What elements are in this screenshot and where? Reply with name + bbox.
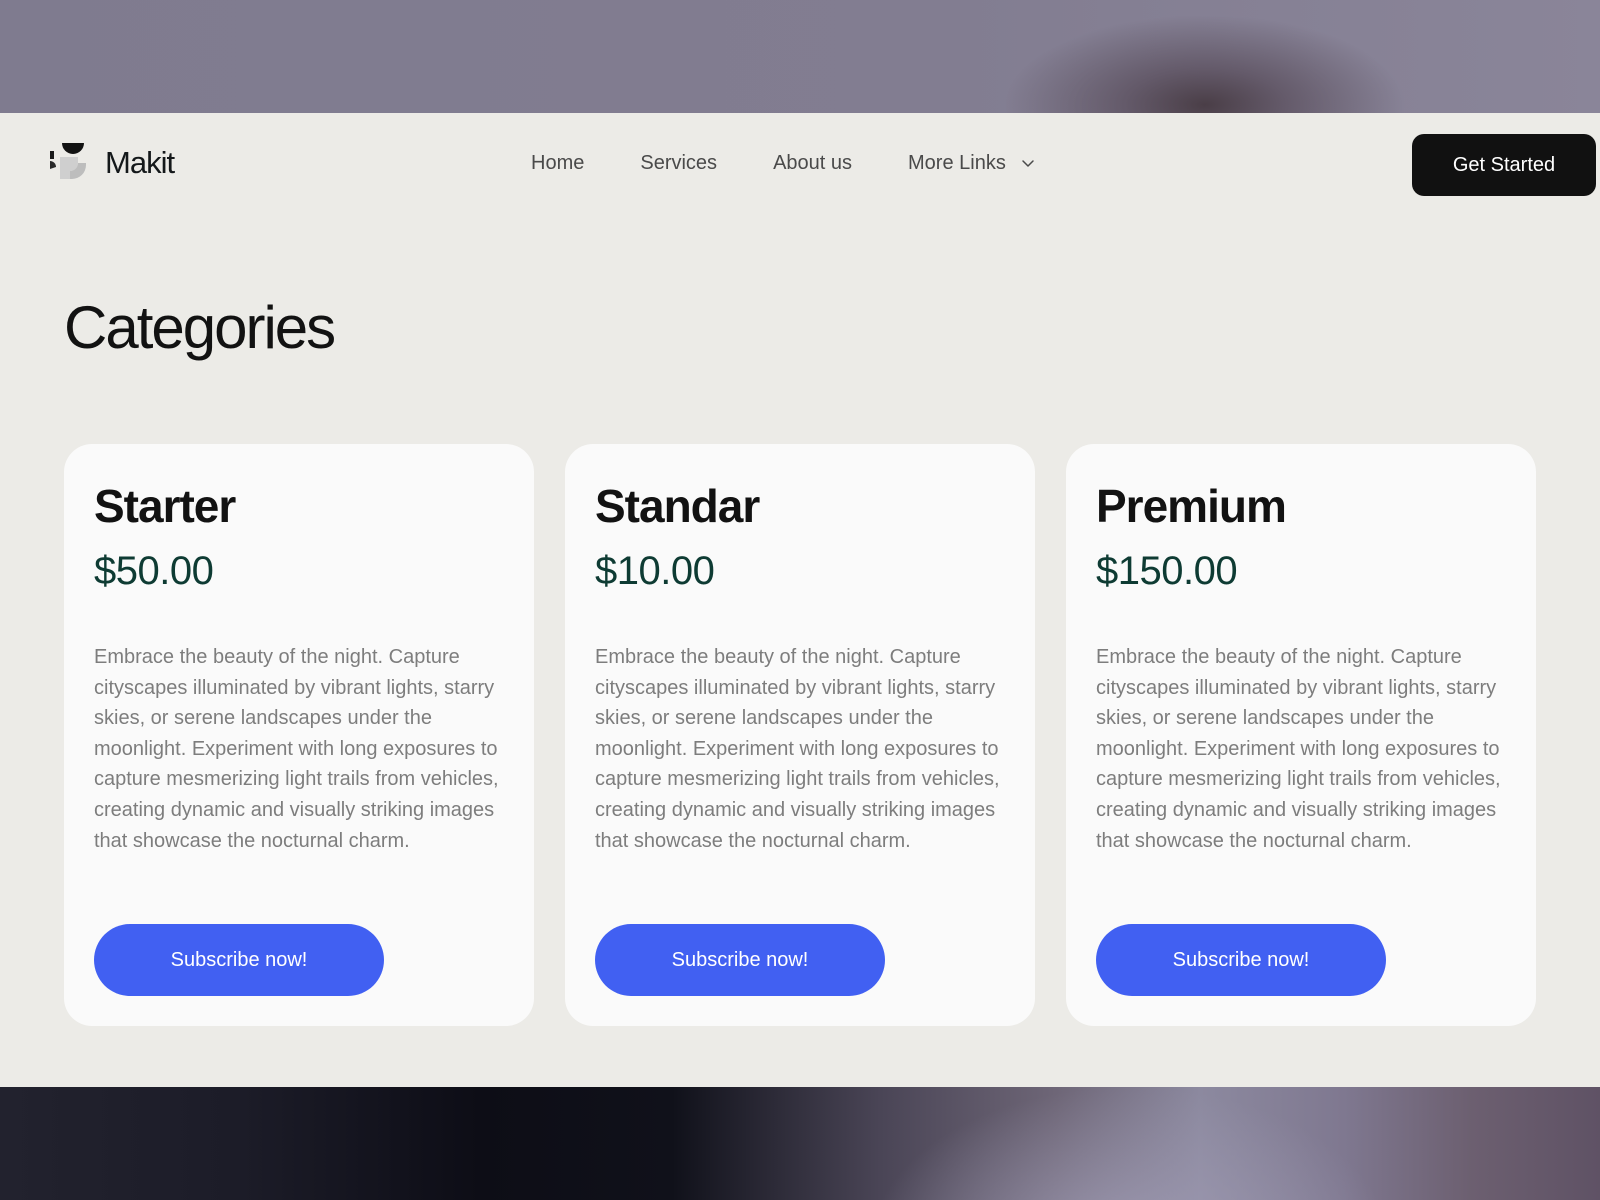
subscribe-button[interactable]: Subscribe now!: [1096, 924, 1386, 996]
plan-price: $150.00: [1096, 549, 1238, 593]
chevron-down-icon: [1022, 160, 1034, 167]
pricing-card-starter: Starter $50.00 Embrace the beauty of the…: [64, 444, 534, 1026]
nav-item-home[interactable]: Home: [531, 149, 584, 177]
pricing-cards: Starter $50.00 Embrace the beauty of the…: [64, 444, 1536, 1026]
background-photo-top: [0, 0, 1600, 113]
plan-description: Embrace the beauty of the night. Capture…: [595, 646, 1000, 852]
get-started-button[interactable]: Get Started: [1412, 134, 1596, 196]
brand-logo[interactable]: Makit: [50, 143, 175, 183]
plan-name: Standar: [595, 480, 760, 532]
plan-price: $50.00: [94, 549, 214, 593]
plan-description: Embrace the beauty of the night. Capture…: [1096, 646, 1501, 852]
plan-price: $10.00: [595, 549, 715, 593]
page-title: Categories: [64, 294, 336, 361]
subscribe-button[interactable]: Subscribe now!: [595, 924, 885, 996]
main-nav: Home Services About us More Links: [531, 149, 1036, 177]
nav-item-about-us[interactable]: About us: [773, 149, 852, 177]
plan-description: Embrace the beauty of the night. Capture…: [94, 646, 499, 852]
background-photo-bottom: [0, 1087, 1600, 1200]
main-section: Makit Home Services About us More Links …: [0, 113, 1600, 1087]
subscribe-button[interactable]: Subscribe now!: [94, 924, 384, 996]
nav-item-services[interactable]: Services: [640, 149, 717, 177]
brand-name: Makit: [105, 145, 175, 180]
pricing-card-premium: Premium $150.00 Embrace the beauty of th…: [1066, 444, 1536, 1026]
plan-name: Starter: [94, 480, 236, 532]
more-links-label: More Links: [908, 152, 1006, 174]
plan-name: Premium: [1096, 480, 1287, 532]
makit-logo-icon: [50, 143, 90, 183]
pricing-card-standar: Standar $10.00 Embrace the beauty of the…: [565, 444, 1035, 1026]
nav-item-more-links[interactable]: More Links: [908, 149, 1036, 177]
